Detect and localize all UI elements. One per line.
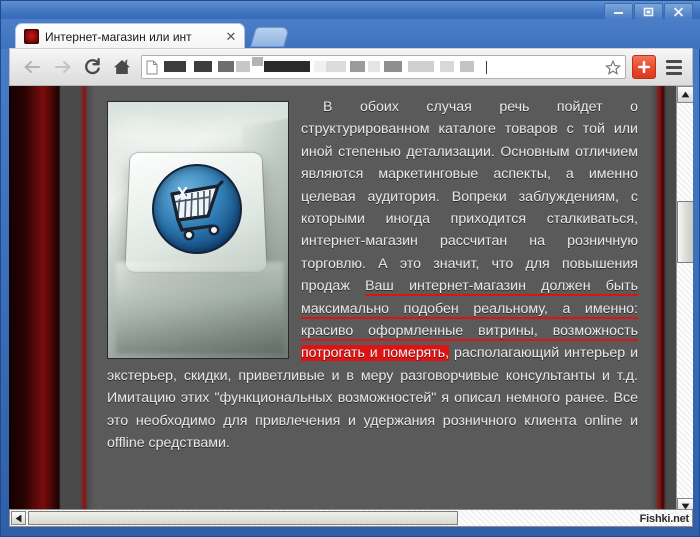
tab-strip: Интернет-магазин или инт ✕ <box>1 19 700 49</box>
new-tab-button[interactable] <box>250 27 290 47</box>
page-document-icon <box>146 60 158 75</box>
maximize-button[interactable] <box>634 3 663 20</box>
home-button[interactable] <box>107 52 137 82</box>
watermark: Fishki.net <box>640 513 689 525</box>
page-right-decoration <box>650 86 676 515</box>
extension-button[interactable] <box>632 55 656 79</box>
forward-button[interactable] <box>47 52 77 82</box>
bookmark-star-icon[interactable] <box>605 60 621 75</box>
scroll-left-button[interactable] <box>11 511 26 525</box>
address-bar[interactable] <box>141 55 626 79</box>
vertical-scrollbar[interactable] <box>676 86 693 515</box>
address-bar-redacted-value <box>164 61 601 74</box>
article-highlighted-part: потрогать и померять, <box>301 345 449 361</box>
reload-button[interactable] <box>77 52 107 82</box>
browser-toolbar <box>9 48 693 86</box>
shopping-cart-icon <box>152 164 242 254</box>
close-button[interactable] <box>664 3 693 20</box>
page-left-decoration <box>9 86 95 515</box>
browser-tab[interactable]: Интернет-магазин или инт ✕ <box>15 23 245 49</box>
page-content: В обоих случая речь пойдет о структуриро… <box>95 86 650 515</box>
site-favicon-icon <box>24 29 39 44</box>
scroll-up-button[interactable] <box>677 86 693 103</box>
window-controls <box>604 3 693 20</box>
horizontal-scrollbar[interactable] <box>9 509 693 527</box>
horizontal-scroll-thumb[interactable] <box>28 511 458 525</box>
tab-title: Интернет-магазин или инт <box>45 30 222 44</box>
chrome-menu-button[interactable] <box>663 54 685 80</box>
back-button[interactable] <box>17 52 47 82</box>
page-viewport: В обоих случая речь пойдет о структуриро… <box>9 86 693 515</box>
shopping-cart-keyboard-key-image <box>107 101 289 359</box>
article-text: В обоих случая речь пойдет о структуриро… <box>107 96 638 455</box>
tab-close-icon[interactable]: ✕ <box>224 30 238 44</box>
browser-window: Интернет-магазин или инт ✕ <box>0 0 700 537</box>
article-part-2: располагающий интерьер и экстерьер, скид… <box>107 345 638 451</box>
vertical-scroll-thumb[interactable] <box>677 201 693 263</box>
minimize-button[interactable] <box>604 3 633 20</box>
article-part-1: В обоих случая речь пойдет о структуриро… <box>301 99 638 294</box>
